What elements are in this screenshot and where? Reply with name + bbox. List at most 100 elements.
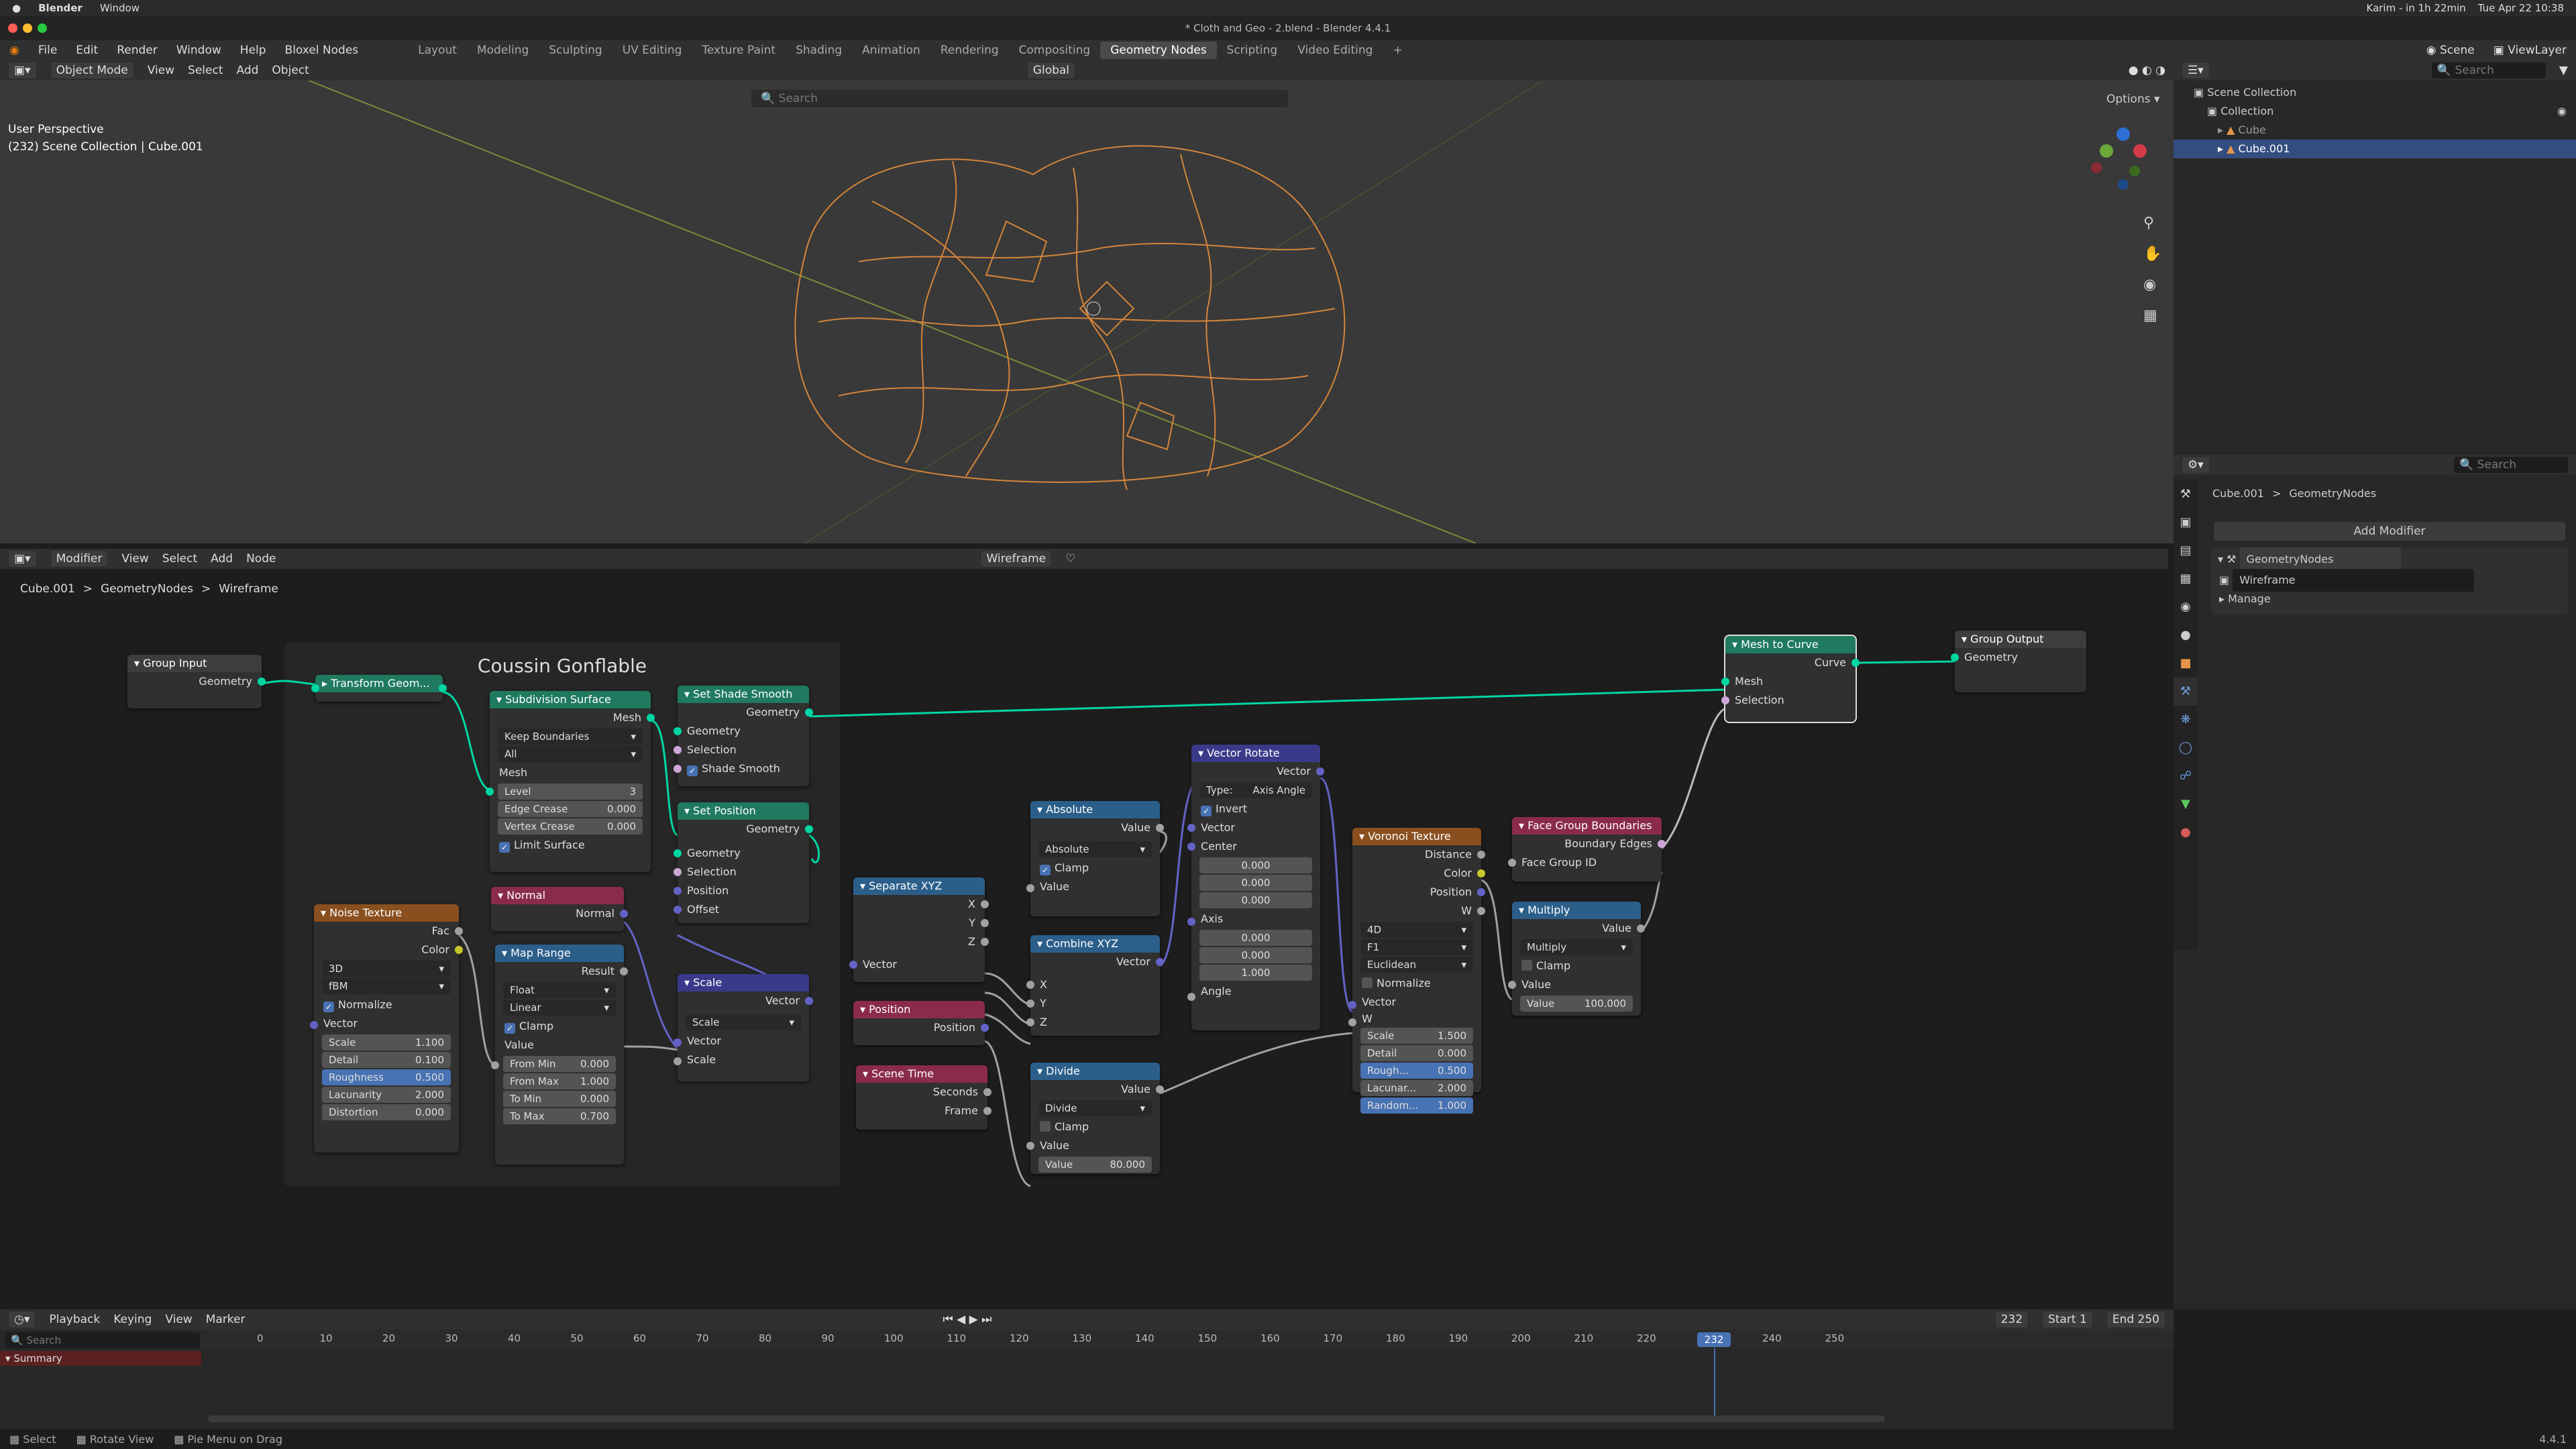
- metric-dropdown[interactable]: Euclidean ▾: [1360, 957, 1473, 973]
- scene-selector[interactable]: ◉ Scene: [2417, 44, 2484, 57]
- camera-icon[interactable]: ◉: [2143, 270, 2161, 301]
- start-frame-field[interactable]: Start 1: [2042, 1311, 2093, 1328]
- tool-tab-icon[interactable]: ⚒: [2174, 480, 2198, 508]
- clamp-checkbox[interactable]: Clamp: [1512, 957, 1641, 975]
- tab-video-editing[interactable]: Video Editing: [1287, 42, 1383, 59]
- blender-logo-icon[interactable]: ◉: [0, 44, 29, 57]
- axis-input-socket[interactable]: [1187, 918, 1195, 926]
- shading-solid-icon[interactable]: ● ◐ ◑: [2129, 64, 2165, 77]
- divisor-field[interactable]: Value 80.000: [1038, 1157, 1152, 1173]
- shade-input-socket[interactable]: [674, 765, 682, 773]
- tab-uv-editing[interactable]: UV Editing: [612, 42, 692, 59]
- data-type-dropdown[interactable]: Float ▾: [503, 982, 616, 998]
- zoom-window-button[interactable]: [38, 23, 47, 33]
- distance-output-socket[interactable]: [1477, 851, 1485, 859]
- vector-input-socket[interactable]: [310, 1021, 318, 1029]
- node-position[interactable]: ▾ Position Position: [853, 1001, 989, 1045]
- randomness-field[interactable]: Random... 1.000: [1360, 1097, 1473, 1114]
- geometry-output-socket[interactable]: [805, 825, 813, 833]
- scale-input-socket[interactable]: [674, 1057, 682, 1065]
- timeline-scrollbar[interactable]: [208, 1415, 1885, 1422]
- geometry-output-socket[interactable]: [805, 708, 813, 716]
- viewport-menu-object[interactable]: Object: [272, 64, 309, 77]
- value-input-socket[interactable]: [491, 1061, 499, 1069]
- zoom-icon[interactable]: ⚲: [2143, 208, 2161, 239]
- transform-orientation-dropdown[interactable]: Global: [1026, 62, 1076, 79]
- interpolation-dropdown[interactable]: Linear ▾: [503, 1000, 616, 1016]
- properties-search-field[interactable]: 🔍 Search: [2454, 457, 2568, 473]
- node-tree-selector[interactable]: Wireframe: [980, 550, 1053, 568]
- node-face-group-boundaries[interactable]: ▾ Face Group Boundaries Boundary Edges F…: [1508, 817, 1666, 881]
- x-output-socket[interactable]: [981, 900, 989, 908]
- value-input-socket[interactable]: [1508, 981, 1516, 989]
- tab-layout[interactable]: Layout: [408, 42, 467, 59]
- node-combine-xyz[interactable]: ▾ Combine XYZ Vector X Y Z: [1026, 935, 1164, 1036]
- face-group-id-input-socket[interactable]: [1508, 859, 1516, 867]
- menu-window[interactable]: Window: [167, 44, 231, 57]
- center-z-field[interactable]: 0.000: [1199, 892, 1312, 908]
- noise-type-dropdown[interactable]: fBM ▾: [322, 978, 451, 994]
- curve-output-socket[interactable]: [1851, 659, 1860, 667]
- world-tab-icon[interactable]: ●: [2174, 621, 2198, 649]
- properties-type-button[interactable]: ⚙▾: [2182, 456, 2210, 474]
- playhead-line[interactable]: [1714, 1348, 1715, 1415]
- end-frame-field[interactable]: End 250: [2106, 1311, 2165, 1328]
- menu-bloxel-nodes[interactable]: Bloxel Nodes: [276, 44, 368, 57]
- object-tab-icon[interactable]: ■: [2174, 649, 2198, 678]
- outliner-item-cube[interactable]: ▸ ▲ Cube: [2174, 121, 2576, 140]
- distortion-field[interactable]: Distortion 0.000: [322, 1104, 451, 1120]
- outliner-type-button[interactable]: ☰▾: [2182, 62, 2210, 79]
- node-vector-rotate[interactable]: ▾ Vector Rotate Vector Type: Axis Angle ✓…: [1187, 745, 1324, 1030]
- axis-z-field[interactable]: 1.000: [1199, 965, 1312, 981]
- menu-help[interactable]: Help: [231, 44, 276, 57]
- from-min-field[interactable]: From Min 0.000: [503, 1056, 616, 1072]
- w-output-socket[interactable]: [1477, 907, 1485, 915]
- from-max-field[interactable]: From Max 1.000: [503, 1073, 616, 1089]
- roughness-field[interactable]: Rough... 0.500: [1360, 1063, 1473, 1079]
- node-group-output[interactable]: ▾ Group Output Geometry: [1951, 631, 2086, 692]
- node-multiply[interactable]: ▾ Multiply Value Multiply ▾ Clamp Value V…: [1508, 902, 1645, 1016]
- menu-file[interactable]: File: [29, 44, 66, 57]
- playback-controls[interactable]: ⏮ ◀ ▶ ⏭: [943, 1313, 991, 1326]
- node-set-shade-smooth[interactable]: ▾ Set Shade Smooth Geometry Geometry Sel…: [674, 686, 813, 786]
- node-set-position[interactable]: ▾ Set Position Geometry Geometry Selecti…: [674, 802, 813, 923]
- vector-input-socket[interactable]: [674, 1038, 682, 1046]
- clamp-checkbox[interactable]: ✓ Clamp: [495, 1017, 624, 1036]
- geometry-input-socket[interactable]: [1951, 653, 1959, 661]
- node-absolute[interactable]: ▾ Absolute Value Absolute ▾ ✓ Clamp Value: [1026, 801, 1164, 916]
- output-tab-icon[interactable]: ▤: [2174, 537, 2198, 565]
- outliner-item-scene-collection[interactable]: ▣ Scene Collection: [2174, 83, 2576, 102]
- visibility-eye-icon[interactable]: ◉: [2557, 102, 2576, 121]
- summary-channel[interactable]: ▾ Summary: [0, 1351, 201, 1366]
- view-layer-tab-icon[interactable]: ▦: [2174, 565, 2198, 593]
- normalize-checkbox[interactable]: Normalize: [1352, 974, 1481, 993]
- vector-output-socket[interactable]: [1156, 958, 1164, 966]
- value-input-socket[interactable]: [1026, 884, 1034, 892]
- breadcrumb-object[interactable]: Cube.001: [20, 582, 75, 596]
- selection-input-socket[interactable]: [674, 746, 682, 754]
- detail-field[interactable]: Detail 0.100: [322, 1052, 451, 1068]
- manage-subpanel[interactable]: ▸ Manage: [2211, 589, 2568, 609]
- node-divide[interactable]: ▾ Divide Value Divide ▾ Clamp Value Value…: [1026, 1063, 1164, 1174]
- normal-output-socket[interactable]: [620, 910, 628, 918]
- current-frame-field[interactable]: 232: [1994, 1311, 2029, 1328]
- tab-sculpting[interactable]: Sculpting: [539, 42, 612, 59]
- node-transform-geometry[interactable]: ▸ Transform Geom...: [311, 675, 447, 702]
- physics-tab-icon[interactable]: ◯: [2174, 734, 2198, 762]
- to-max-field[interactable]: To Max 0.700: [503, 1108, 616, 1124]
- math-operation-dropdown[interactable]: Absolute ▾: [1038, 841, 1152, 857]
- math-operation-dropdown[interactable]: Divide ▾: [1038, 1100, 1152, 1116]
- node-map-range[interactable]: ▾ Map Range Result Float ▾ Linear ▾ ✓ Clamp…: [491, 945, 628, 1165]
- axis-x-field[interactable]: 0.000: [1199, 930, 1312, 946]
- geometry-input-socket[interactable]: [311, 684, 319, 692]
- operation-dropdown[interactable]: Scale ▾: [686, 1014, 801, 1030]
- vector-input-socket[interactable]: [849, 961, 857, 969]
- menu-render[interactable]: Render: [107, 44, 167, 57]
- tab-rendering[interactable]: Rendering: [930, 42, 1009, 59]
- level-field[interactable]: Level 3: [498, 784, 643, 800]
- 3d-viewport[interactable]: User Perspective (232) Scene Collection …: [0, 80, 2174, 543]
- node-separate-xyz[interactable]: ▾ Separate XYZ X Y Z Vector: [849, 877, 989, 982]
- position-output-socket[interactable]: [1477, 888, 1485, 896]
- clamp-checkbox[interactable]: Clamp: [1030, 1118, 1160, 1136]
- value-output-socket[interactable]: [1637, 924, 1645, 932]
